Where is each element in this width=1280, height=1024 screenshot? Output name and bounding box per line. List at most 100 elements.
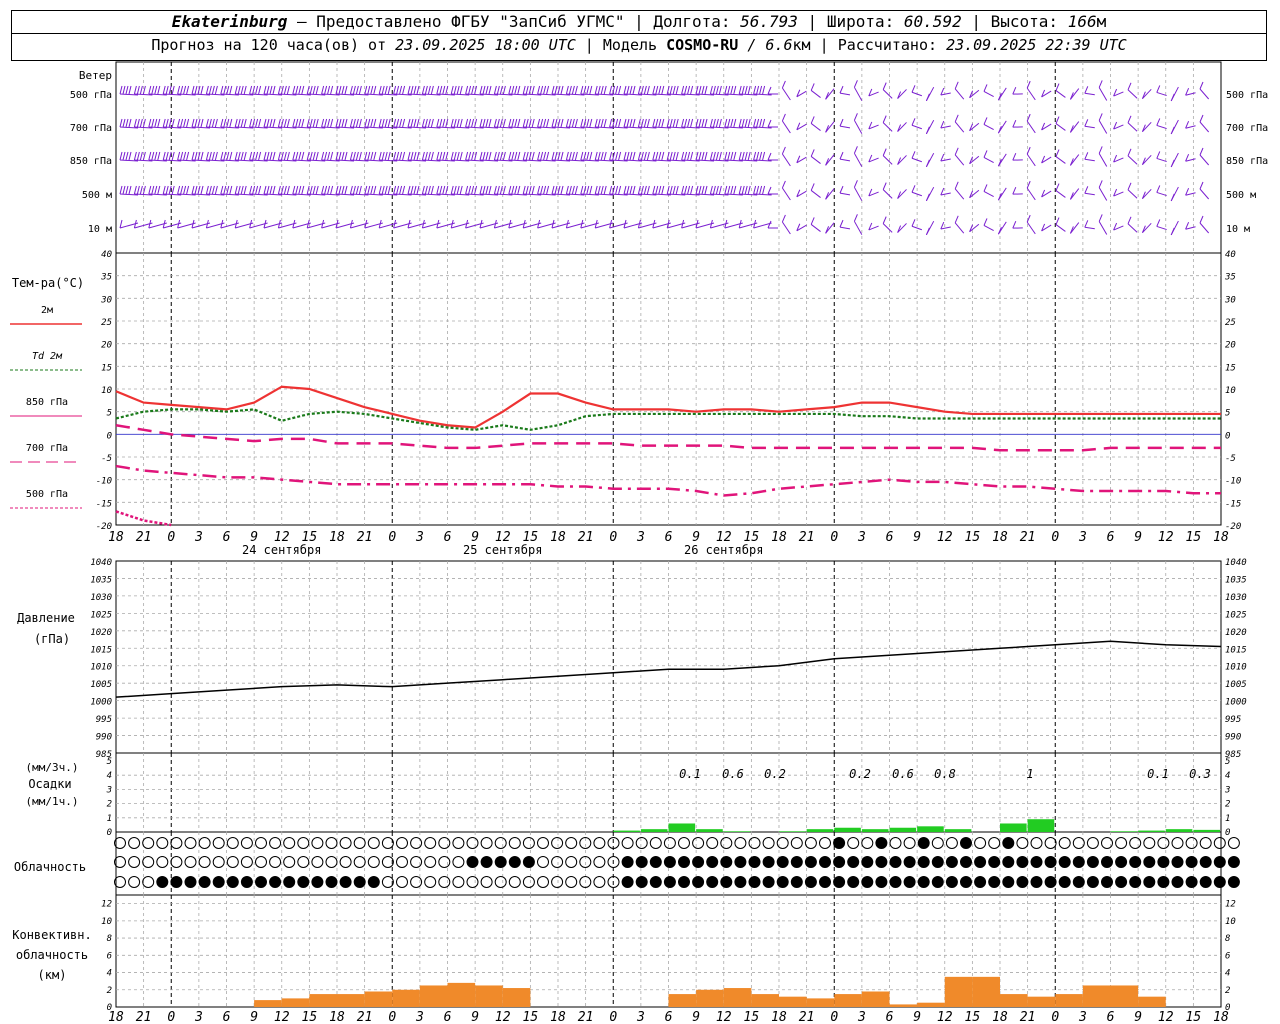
wind-barb [1055, 217, 1066, 232]
wind-barb [767, 220, 778, 229]
wind-barb [810, 149, 821, 164]
wind-barb [1041, 189, 1052, 198]
temp-axis-tick-right: -5 [1225, 454, 1236, 464]
temp-axis-tick: 20 [101, 341, 112, 351]
wind-barb [997, 153, 1007, 167]
precip-bar [861, 829, 889, 832]
pressure-axis-tick-right: 995 [1225, 715, 1241, 725]
conv-bar [281, 998, 310, 1007]
wind-barb [767, 86, 778, 95]
wind-barb [1055, 149, 1066, 164]
cloud-symbol [367, 856, 380, 868]
conv-bar [806, 998, 835, 1007]
cloud-symbol [353, 876, 366, 888]
temp-panel-title: Тем-ра(°C) [12, 276, 84, 290]
cloud-symbol [522, 856, 535, 868]
cloud-symbol [128, 876, 141, 888]
cloud-symbol [706, 837, 719, 849]
cloud-symbol [1129, 856, 1142, 868]
wind-barb [868, 88, 879, 97]
cloud-symbol [537, 856, 549, 868]
cloud-symbol [283, 837, 296, 849]
cloud-symbol [1157, 856, 1170, 868]
cloud-symbol [1086, 837, 1099, 849]
pressure-axis-tick: 995 [96, 715, 112, 725]
cloud-symbol [142, 837, 155, 849]
wind-barb [1156, 219, 1167, 231]
cloud-symbol [1129, 876, 1142, 888]
hour-tick-label: 15 [1186, 1010, 1202, 1024]
pressure-axis-tick-right: 1040 [1225, 558, 1247, 568]
cloud-symbol [945, 876, 958, 888]
precip-axis-tick-right: 4 [1225, 771, 1230, 781]
cloud-symbol [649, 856, 662, 868]
wind-level-label-right: 500 гПа [1226, 90, 1268, 101]
cloud-symbol [1016, 876, 1029, 888]
hour-tick-label: 6 [223, 1010, 231, 1024]
cloud-symbol [720, 837, 733, 849]
wind-level-label-right: 700 гПа [1226, 123, 1268, 134]
conv-axis-tick-right: 6 [1225, 951, 1230, 961]
cloud-symbol [170, 876, 183, 888]
temp-axis-tick-right: 20 [1225, 341, 1236, 351]
precip-value-label: 1 [1026, 767, 1033, 781]
temp-axis-tick-right: 15 [1225, 363, 1236, 373]
conv-axis-tick-right: 4 [1225, 969, 1230, 979]
hour-tick-label: 0 [167, 1010, 175, 1024]
wind-barb [1098, 146, 1108, 167]
cloud-symbol [593, 856, 606, 868]
temp-axis-tick-right: 30 [1224, 295, 1236, 305]
cloud-symbol [1058, 837, 1071, 849]
cloud-symbol [297, 876, 310, 888]
hour-tick-label: 3 [415, 530, 424, 545]
cloud-symbol [325, 876, 338, 888]
cloud-symbol [494, 856, 507, 868]
pressure-axis-tick-right: 1020 [1225, 628, 1247, 638]
hour-tick-label: 6 [886, 1010, 894, 1024]
hour-tick-label: 12 [937, 1010, 953, 1024]
date-label: 25 сентября [463, 543, 542, 557]
temp-axis-tick: -20 [96, 522, 112, 532]
conv-axis-tick-right: 8 [1225, 934, 1230, 944]
cloud-symbol [1185, 876, 1198, 888]
cloud-symbol [198, 856, 211, 868]
wind-level-label-right: 10 м [1226, 224, 1250, 235]
wind-barb [1084, 220, 1095, 230]
conv-bar [917, 1002, 945, 1007]
cloud-symbol [494, 876, 507, 888]
cloud-symbol [1199, 837, 1212, 849]
hour-tick-label: 21 [357, 530, 373, 545]
wind-barb [1026, 146, 1036, 167]
cloud-symbol [311, 856, 324, 868]
wind-barb [1141, 121, 1152, 133]
cloud-symbol [790, 837, 803, 849]
cloud-symbol [889, 856, 902, 868]
cloud-symbol [551, 837, 564, 849]
pressure-axis-tick: 1000 [90, 698, 112, 708]
cloud-symbol [438, 856, 451, 868]
precip-axis-tick-right: 0 [1225, 828, 1230, 838]
cloud-symbol [311, 876, 324, 888]
cloud-symbol [508, 837, 521, 849]
hour-tick-label: 3 [636, 1010, 645, 1024]
wind-barb [781, 214, 791, 235]
temp-axis-tick: 25 [101, 318, 112, 328]
wind-barb [925, 186, 935, 202]
cloud-symbol [226, 876, 239, 888]
cloud-symbol [283, 876, 296, 888]
cloud-symbol [1101, 876, 1113, 888]
cloud-symbol [678, 876, 690, 888]
hour-tick-label: 0 [388, 1010, 396, 1024]
wind-barb [796, 223, 807, 232]
cloud-symbol [1157, 876, 1170, 888]
wind-barb [897, 89, 907, 99]
wind-barb [1156, 118, 1167, 130]
wind-barb [882, 115, 893, 132]
conv-bar [889, 1004, 918, 1007]
conv-bar [1027, 996, 1056, 1007]
cloud-symbol [1044, 876, 1057, 888]
precip-bar [944, 829, 972, 832]
wind-barb [983, 218, 994, 232]
cloud-symbol [212, 876, 225, 888]
temp-axis-tick-right: 10 [1225, 386, 1236, 396]
